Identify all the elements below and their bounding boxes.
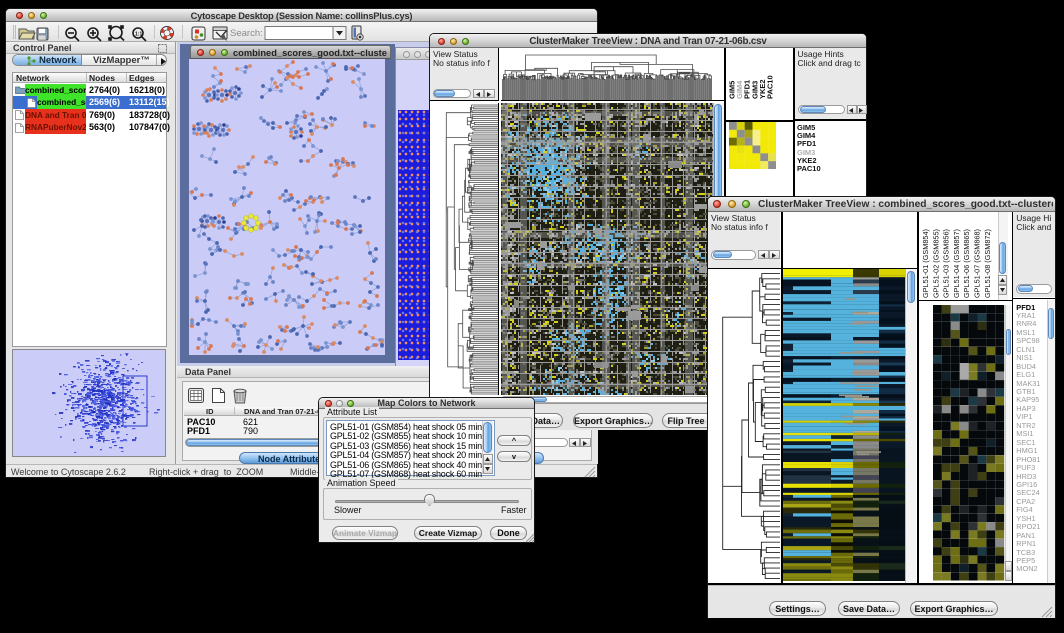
svg-text:GPL51-07 (GSM868): GPL51-07 (GSM868) [972,229,981,298]
svg-text:Search:: Search: [230,28,263,39]
svg-text:PAC10: PAC10 [765,75,774,99]
svg-text:GPL51-01 (GSM854): GPL51-01 (GSM854) [921,229,930,298]
svg-text:GPL51-04 (GSM857): GPL51-04 (GSM857) [951,229,960,298]
svg-text:1:1: 1:1 [135,32,142,38]
svg-text:GPL51-03 (GSM856): GPL51-03 (GSM856) [941,229,950,298]
svg-text:GPL51-06 (GSM865): GPL51-06 (GSM865) [962,229,971,298]
svg-text:GPL51-08 (GSM872): GPL51-08 (GSM872) [982,229,991,298]
svg-text:GPL51-02 (GSM855): GPL51-02 (GSM855) [931,229,940,298]
